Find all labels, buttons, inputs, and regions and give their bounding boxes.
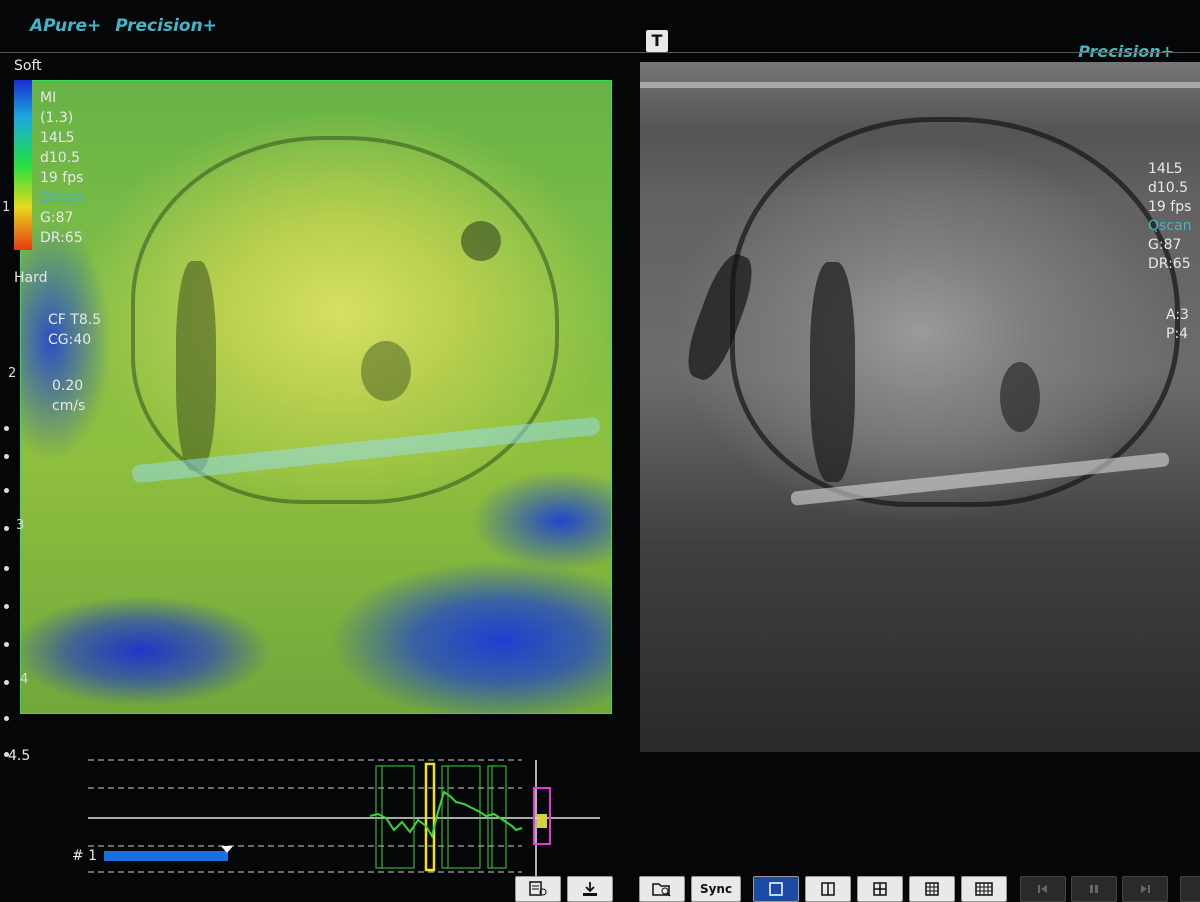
step-forward-icon: [1141, 885, 1150, 893]
depth-tick: [4, 488, 9, 493]
right-params-extra: A:3 P:4: [1166, 306, 1189, 344]
report-button[interactable]: [515, 876, 561, 902]
layout-single-icon: [769, 882, 783, 896]
lesion-outline: [730, 117, 1180, 507]
layout-grid-large-icon: [975, 882, 993, 896]
layout-2x2-button[interactable]: [857, 876, 903, 902]
layout-grid-icon: [925, 882, 939, 896]
param-p: P:4: [1166, 326, 1189, 342]
layout-3x3-button[interactable]: [909, 876, 955, 902]
depth-tick: [4, 566, 9, 571]
param-depth: d10.5: [40, 150, 81, 166]
depth-mark-2: 2: [8, 366, 17, 381]
skin-layer: [640, 82, 1200, 88]
depth-mark-4-5: 4.5: [8, 748, 31, 764]
param-cg: CG:40: [48, 332, 92, 348]
param-a: A:3: [1166, 307, 1189, 323]
param-cf: CF T8.5: [48, 312, 102, 328]
depth-tick: [4, 716, 9, 721]
param-mi: MI: [40, 90, 57, 106]
strain-trace: [369, 790, 523, 839]
top-divider: [0, 52, 1200, 53]
more-controls-button[interactable]: [1180, 876, 1200, 902]
previous-frame-button[interactable]: [1020, 876, 1066, 902]
layout-quad-icon: [873, 882, 887, 896]
pause-button[interactable]: [1071, 876, 1117, 902]
param-depth: d10.5: [1148, 180, 1189, 196]
review-button[interactable]: [639, 876, 685, 902]
param-gain: G:87: [40, 210, 74, 226]
param-gain: G:87: [1148, 237, 1182, 253]
t-button[interactable]: T: [646, 30, 668, 52]
param-dr: DR:65: [40, 230, 83, 246]
depth-tick: [4, 642, 9, 647]
velocity-unit: cm/s: [52, 398, 86, 414]
hard-label: Hard: [14, 270, 48, 286]
param-fps: 19 fps: [40, 170, 84, 186]
param-probe: 14L5: [1148, 161, 1183, 177]
left-params: MI (1.3) 14L5 d10.5 19 fps Qscan G:87 DR…: [40, 88, 83, 248]
velocity-params: 0.20 cm/s: [52, 376, 85, 416]
param-dr: DR:65: [1148, 256, 1191, 272]
hypoechoic-area: [176, 261, 216, 471]
precision-label-left: Precision+: [115, 16, 217, 36]
trace-progress-bar[interactable]: [104, 851, 228, 861]
layout-1x2-button[interactable]: [805, 876, 851, 902]
depth-tick: [4, 752, 9, 757]
depth-mark-1: 1: [2, 200, 11, 215]
hypoechoic-area: [361, 341, 411, 401]
trace-label: # 1: [72, 848, 98, 864]
next-frame-button[interactable]: [1122, 876, 1168, 902]
sync-button[interactable]: Sync: [691, 876, 741, 902]
folder-search-icon: [652, 883, 671, 897]
layout-dual-icon: [821, 882, 835, 896]
pause-icon: [1090, 885, 1098, 893]
cf-params: CF T8.5 CG:40: [48, 310, 101, 350]
right-params: 14L5 d10.5 19 fps Qscan G:87 DR:65: [1148, 160, 1191, 274]
depth-mark-4: 4: [20, 672, 29, 687]
elastography-image[interactable]: [20, 80, 612, 714]
depth-tick: [4, 454, 9, 459]
step-back-icon: [1038, 885, 1047, 893]
param-qscan: Qscan: [40, 190, 84, 206]
soft-label: Soft: [14, 58, 42, 74]
trace-marker-icon: [221, 846, 233, 853]
depth-tick: [4, 526, 9, 531]
param-fps: 19 fps: [1148, 199, 1192, 215]
report-icon: [529, 881, 547, 896]
apure-label: APure+: [30, 16, 102, 36]
param-probe: 14L5: [40, 130, 75, 146]
depth-tick: [4, 604, 9, 609]
hypoechoic-area: [1000, 362, 1040, 432]
depth-tick: [4, 426, 9, 431]
range-fill: [537, 814, 547, 828]
current-frame-marker[interactable]: [424, 762, 436, 872]
header-left: APure+ Precision+: [30, 16, 225, 36]
depth-mark-3: 3: [16, 518, 25, 533]
param-mi-value: (1.3): [40, 110, 74, 126]
elasticity-color-bar: [14, 80, 32, 250]
hypoechoic-area: [810, 262, 855, 482]
velocity-value: 0.20: [52, 378, 84, 394]
save-button[interactable]: [567, 876, 613, 902]
depth-tick: [4, 680, 9, 685]
download-icon: [583, 882, 597, 896]
bmode-image[interactable]: [640, 62, 1200, 752]
hypoechoic-area: [461, 221, 501, 261]
layout-4x4-button[interactable]: [961, 876, 1007, 902]
layout-1x1-button[interactable]: [753, 876, 799, 902]
param-qscan: Qscan: [1148, 218, 1192, 234]
